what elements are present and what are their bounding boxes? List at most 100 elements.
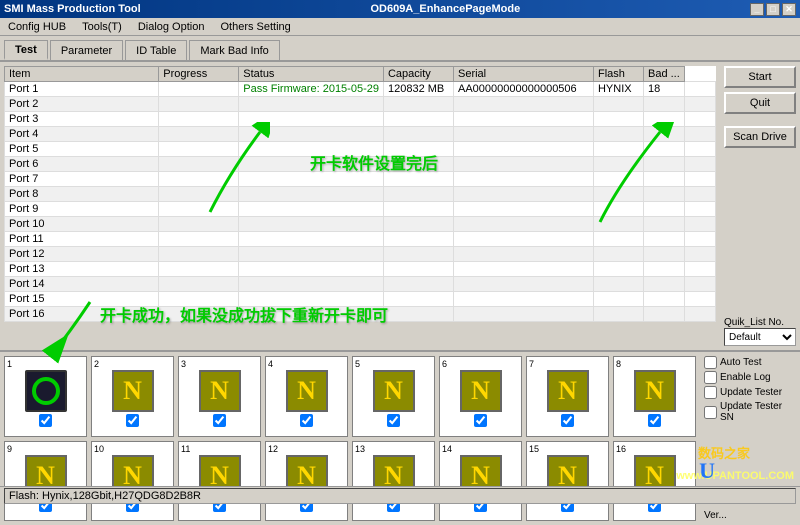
port-checkbox[interactable] bbox=[126, 414, 139, 427]
title-left: SMI Mass Production Tool bbox=[4, 3, 141, 15]
table-cell bbox=[643, 97, 684, 112]
menu-tools[interactable]: Tools(T) bbox=[78, 20, 126, 34]
quik-dropdown[interactable]: Default bbox=[724, 328, 796, 346]
update-tester-label: Update Tester bbox=[720, 387, 782, 398]
table-cell bbox=[383, 157, 453, 172]
table-cell bbox=[453, 217, 593, 232]
table-cell bbox=[593, 232, 643, 247]
port-checkbox[interactable] bbox=[300, 414, 313, 427]
port-cell: 14N bbox=[439, 441, 522, 522]
table-cell bbox=[159, 142, 239, 157]
table-row: Port 1Pass Firmware: 2015-05-29120832 MB… bbox=[5, 82, 716, 97]
maximize-button[interactable]: □ bbox=[766, 3, 780, 16]
quit-button[interactable]: Quit bbox=[724, 92, 796, 114]
port-number: 12 bbox=[268, 444, 278, 454]
tab-mark-bad[interactable]: Mark Bad Info bbox=[189, 40, 279, 60]
scan-button[interactable]: Scan Drive bbox=[724, 126, 796, 148]
table-cell: Port 6 bbox=[5, 157, 159, 172]
port-cell: 4N bbox=[265, 356, 348, 437]
table-cell bbox=[453, 172, 593, 187]
table-cell bbox=[593, 127, 643, 142]
table-row: Port 14 bbox=[5, 277, 716, 292]
port-icon: N bbox=[547, 370, 589, 412]
port-checkbox[interactable] bbox=[387, 414, 400, 427]
menu-others[interactable]: Others Setting bbox=[216, 20, 294, 34]
table-cell bbox=[593, 292, 643, 307]
table-cell bbox=[159, 262, 239, 277]
table-cell bbox=[239, 202, 384, 217]
table-cell bbox=[383, 307, 453, 322]
port-number: 14 bbox=[442, 444, 452, 454]
table-cell: Port 5 bbox=[5, 142, 159, 157]
port-number: 8 bbox=[616, 359, 621, 369]
status-field: Flash: Hynix,128Gbit,H27QDG8D2B8R bbox=[4, 488, 796, 504]
table-cell bbox=[593, 172, 643, 187]
port-icon-n: N bbox=[373, 370, 415, 412]
table-cell bbox=[383, 187, 453, 202]
menu-config[interactable]: Config HUB bbox=[4, 20, 70, 34]
port-cell: 9N bbox=[4, 441, 87, 522]
port-icon-n: N bbox=[199, 370, 241, 412]
port-number: 10 bbox=[94, 444, 104, 454]
table-cell bbox=[239, 112, 384, 127]
table-cell bbox=[159, 232, 239, 247]
port-cell: 13N bbox=[352, 441, 435, 522]
table-cell bbox=[643, 187, 684, 202]
update-tester-checkbox[interactable] bbox=[704, 386, 717, 399]
table-cell: Port 3 bbox=[5, 112, 159, 127]
port-icon-n: N bbox=[112, 370, 154, 412]
table-cell: Port 15 bbox=[5, 292, 159, 307]
port-cell: 15N bbox=[526, 441, 609, 522]
table-cell bbox=[684, 292, 715, 307]
table-cell bbox=[453, 277, 593, 292]
port-cell: 16N bbox=[613, 441, 696, 522]
table-row: Port 13 bbox=[5, 262, 716, 277]
table-cell bbox=[383, 172, 453, 187]
port-number: 11 bbox=[181, 444, 190, 454]
port-cell: 1 bbox=[4, 356, 87, 437]
table-cell: AA00000000000000506 bbox=[453, 82, 593, 97]
auto-test-checkbox[interactable] bbox=[704, 356, 717, 369]
table-cell bbox=[453, 97, 593, 112]
table-cell bbox=[643, 202, 684, 217]
port-number: 6 bbox=[442, 359, 447, 369]
port-checkbox[interactable] bbox=[213, 414, 226, 427]
port-checkbox[interactable] bbox=[474, 414, 487, 427]
table-cell bbox=[453, 307, 593, 322]
tab-test[interactable]: Test bbox=[4, 40, 48, 60]
tab-id-table[interactable]: ID Table bbox=[125, 40, 187, 60]
port-icon bbox=[25, 370, 67, 412]
table-cell bbox=[239, 127, 384, 142]
table-row: Port 5 bbox=[5, 142, 716, 157]
port-checkbox[interactable] bbox=[561, 414, 574, 427]
port-number: 5 bbox=[355, 359, 360, 369]
table-row: Port 11 bbox=[5, 232, 716, 247]
port-cell: 6N bbox=[439, 356, 522, 437]
table-cell bbox=[239, 232, 384, 247]
port-number: 2 bbox=[94, 359, 99, 369]
table-cell: Port 4 bbox=[5, 127, 159, 142]
table-cell: Port 1 bbox=[5, 82, 159, 97]
table-cell bbox=[159, 187, 239, 202]
table-cell bbox=[159, 247, 239, 262]
table-cell bbox=[383, 127, 453, 142]
menu-dialog[interactable]: Dialog Option bbox=[134, 20, 209, 34]
table-cell bbox=[453, 292, 593, 307]
port-checkbox[interactable] bbox=[39, 414, 52, 427]
table-cell bbox=[383, 97, 453, 112]
table-cell: Port 12 bbox=[5, 247, 159, 262]
table-cell bbox=[159, 202, 239, 217]
tab-parameter[interactable]: Parameter bbox=[50, 40, 123, 60]
table-cell bbox=[593, 247, 643, 262]
minimize-button[interactable]: _ bbox=[750, 3, 764, 16]
enable-log-checkbox[interactable] bbox=[704, 371, 717, 384]
table-cell bbox=[383, 142, 453, 157]
table-cell bbox=[684, 217, 715, 232]
update-tester-sn-checkbox[interactable] bbox=[704, 406, 717, 419]
table-cell bbox=[684, 127, 715, 142]
table-cell bbox=[643, 127, 684, 142]
table-cell: Port 2 bbox=[5, 97, 159, 112]
close-button[interactable]: ✕ bbox=[782, 3, 796, 16]
start-button[interactable]: Start bbox=[724, 66, 796, 88]
port-checkbox[interactable] bbox=[648, 414, 661, 427]
